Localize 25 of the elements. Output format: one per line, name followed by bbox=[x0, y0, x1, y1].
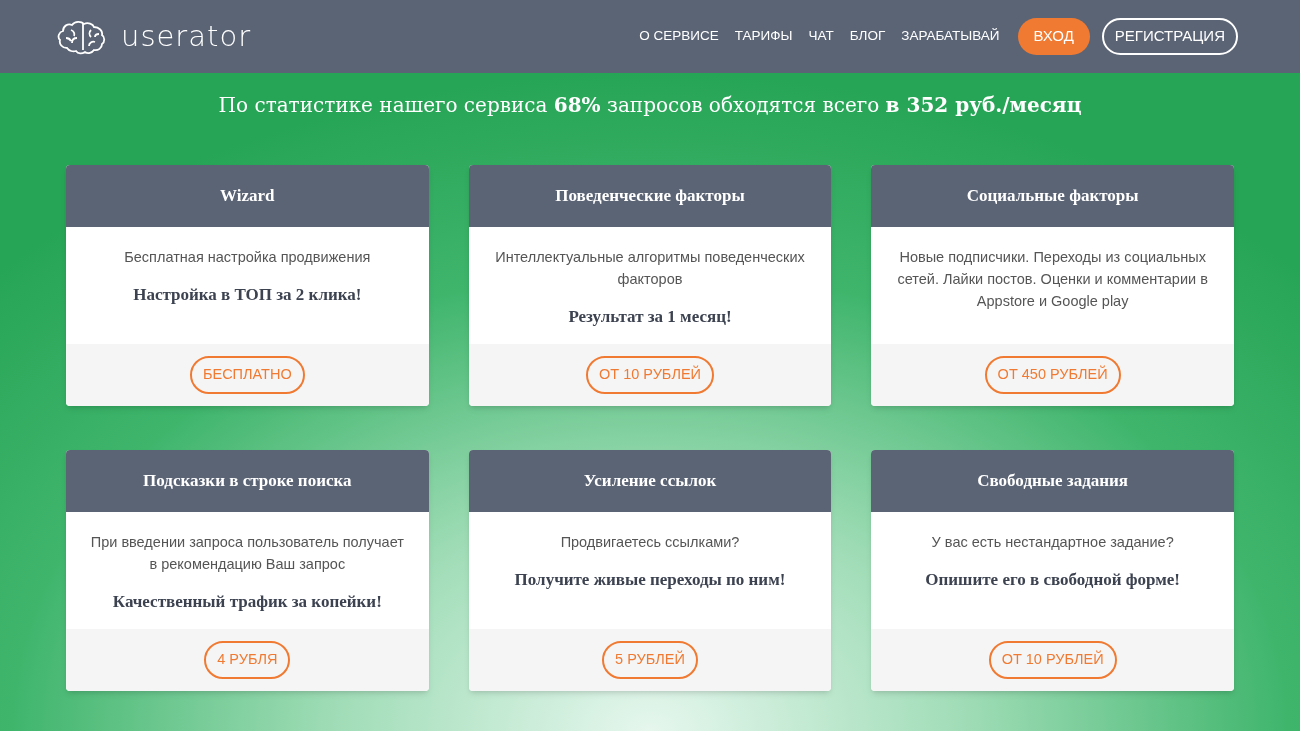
card-description: Интеллектуальные алгоритмы поведенческих факторов bbox=[494, 248, 806, 289]
card-title: Усиление ссылок bbox=[583, 470, 717, 493]
nav-link[interactable]: О СЕРВИСЕ bbox=[633, 26, 725, 47]
nav-link[interactable]: РЕГИСТРАЦИЯ bbox=[1101, 18, 1238, 55]
card-title: Свободные задания bbox=[977, 470, 1129, 493]
card-highlight: Настройка в ТОП за 2 клика! bbox=[133, 284, 362, 306]
statistics-subtitle: По статистике нашего сервиса 68% запросов обходятся всего в 352 руб./месяц bbox=[218, 92, 1082, 119]
logo-text[interactable]: userator bbox=[121, 22, 252, 51]
card-title: Социальные факторы bbox=[966, 185, 1139, 208]
card-highlight: Качественный трафик за копейки! bbox=[112, 591, 382, 613]
card-highlight: Опишите его в свободной форме! bbox=[925, 569, 1180, 591]
card-title: Поведенческие факторы bbox=[555, 185, 745, 208]
card-description: Продвигаетесь ссылками? bbox=[560, 533, 740, 552]
nav-link[interactable]: БЛОГ bbox=[843, 26, 892, 47]
card-title: Подсказки в строке поиска bbox=[143, 470, 352, 493]
nav-link[interactable]: ЗАРАБАТЫВАЙ bbox=[895, 26, 1006, 47]
card-highlight: Результат за 1 месяц! bbox=[568, 306, 732, 328]
card-title: Wizard bbox=[220, 185, 275, 208]
card-description: При введении запроса пользователь получает в рекомендацию Ваш запрос bbox=[89, 533, 405, 574]
card-description: У вас есть нестандартное задание? bbox=[931, 533, 1174, 552]
card-description: Бесплатная настройка продвижения bbox=[124, 248, 371, 267]
card-description: Новые подписчики. Переходы из социальных сетей. Лайки постов. Оценки и комментарии в Appstore и Google play bbox=[896, 248, 1209, 311]
card-highlight: Получите живые переходы по ним! bbox=[514, 569, 786, 591]
nav-link[interactable]: ЧАТ bbox=[802, 26, 840, 47]
nav-link[interactable]: ТАРИФЫ bbox=[728, 26, 799, 47]
